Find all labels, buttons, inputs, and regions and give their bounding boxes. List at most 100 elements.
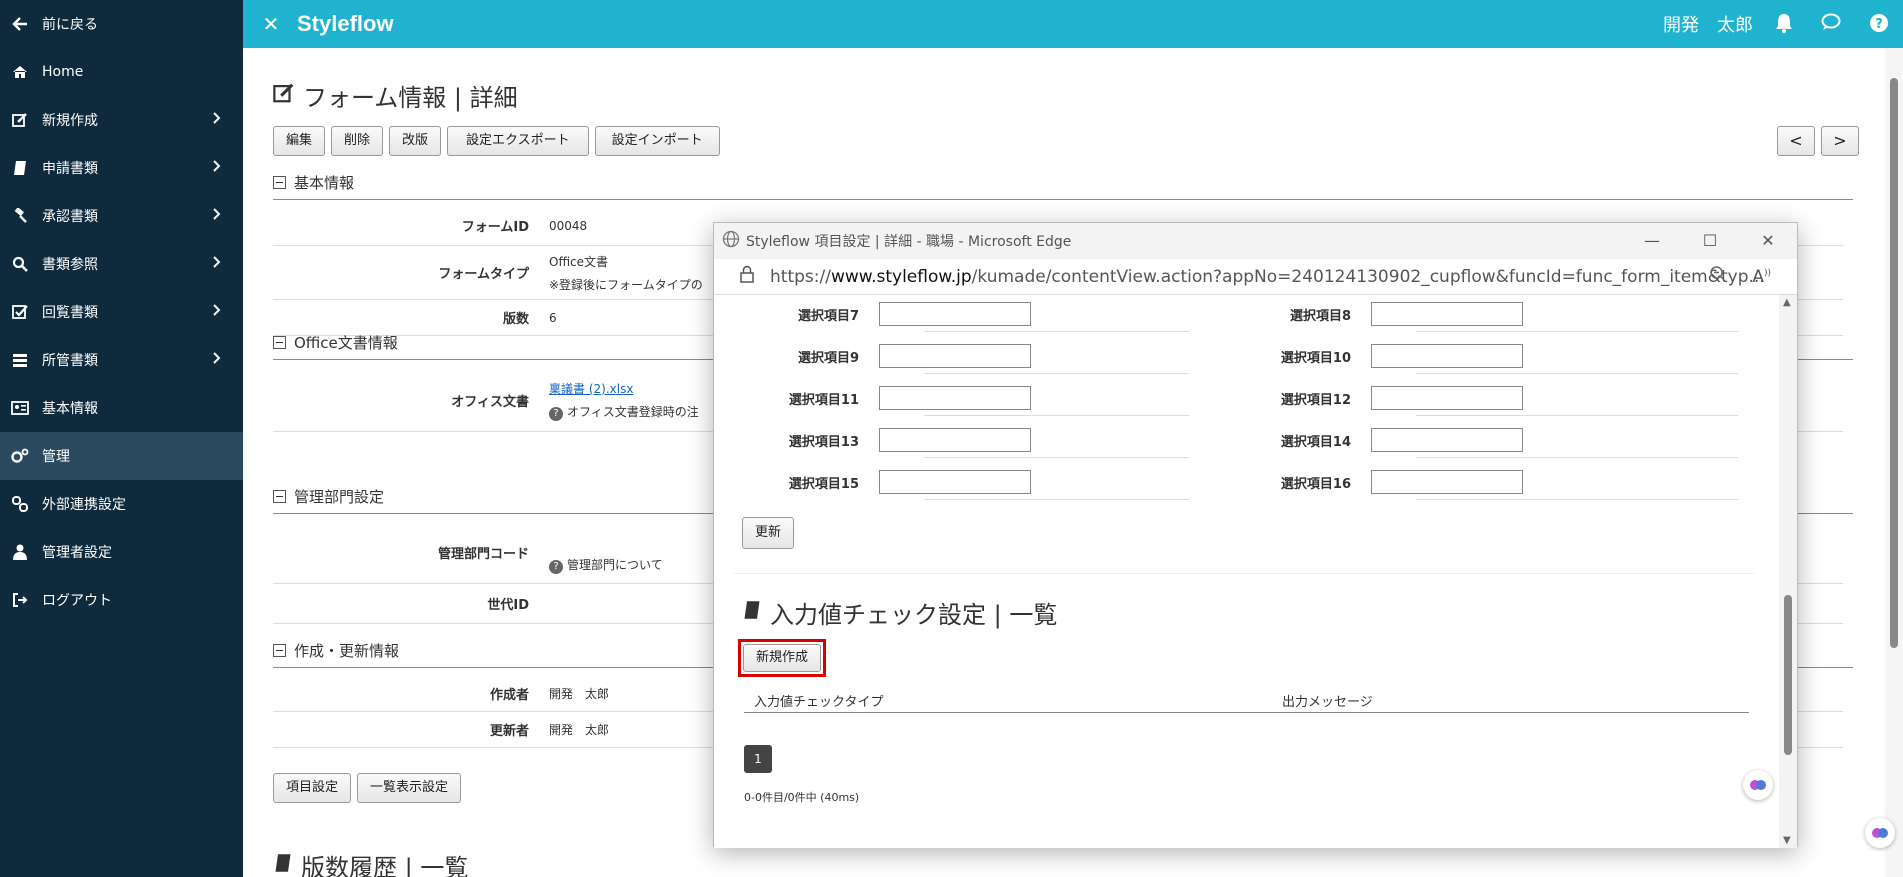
sidebar-item-external[interactable]: 外部連携設定 bbox=[0, 480, 243, 528]
select-item-row: 選択項目8 bbox=[1206, 302, 1523, 326]
collapse-icon[interactable] bbox=[273, 176, 286, 189]
select-item-8-input[interactable] bbox=[1371, 302, 1523, 326]
sidebar-item-admin[interactable]: 管理 bbox=[0, 432, 243, 480]
close-menu-icon[interactable]: ✕ bbox=[251, 12, 291, 36]
sidebar-item-label: Home bbox=[42, 64, 84, 80]
column-check-type[interactable]: 入力値チェックタイプ bbox=[754, 691, 883, 710]
chevron-right-icon bbox=[213, 256, 221, 272]
select-item-label: 選択項目13 bbox=[788, 434, 859, 450]
sidebar-item-label: 前に戻る bbox=[42, 17, 98, 33]
sidebar-item-back[interactable]: 前に戻る bbox=[0, 0, 243, 48]
new-create-button[interactable]: 新規作成 bbox=[743, 644, 822, 672]
zoom-out-icon[interactable] bbox=[1709, 265, 1727, 288]
dept-help[interactable]: ? 管理部門について bbox=[549, 556, 663, 574]
select-item-7-input[interactable] bbox=[879, 302, 1031, 326]
popup-scrollbar[interactable]: ▲ ▼ bbox=[1779, 295, 1797, 848]
result-count: 0-0件目/0件中 (40ms) bbox=[744, 791, 860, 804]
book-icon bbox=[742, 599, 762, 627]
main-scrollbar[interactable] bbox=[1885, 48, 1903, 877]
column-output-message[interactable]: 出力メッセージ bbox=[1282, 691, 1373, 710]
sidebar-item-label: 基本情報 bbox=[42, 401, 98, 417]
delete-button[interactable]: 削除 bbox=[331, 126, 384, 156]
sidebar-item-logout[interactable]: ログアウト bbox=[0, 576, 243, 624]
select-item-label: 選択項目7 bbox=[797, 308, 859, 324]
history-title: 版数履歴 | 一覧 bbox=[273, 848, 468, 877]
chat-icon[interactable] bbox=[1821, 13, 1841, 35]
select-item-row: 選択項目14 bbox=[1206, 428, 1523, 452]
page-number-button[interactable]: 1 bbox=[744, 745, 772, 773]
select-item-label: 選択項目15 bbox=[788, 476, 859, 492]
assistant-icon[interactable] bbox=[1743, 770, 1773, 800]
collapse-icon[interactable] bbox=[273, 644, 286, 657]
office-doc-link[interactable]: 稟議書 (2).xlsx bbox=[549, 380, 699, 397]
sidebar-item-label: 申請書類 bbox=[42, 161, 98, 177]
select-item-15-input[interactable] bbox=[879, 470, 1031, 494]
popup-content: 選択項目7 選択項目8 選択項目9 選択項目10 選択項目11 選択項目12 選… bbox=[714, 295, 1781, 848]
sidebar-item-label: ログアウト bbox=[42, 593, 112, 609]
revise-button[interactable]: 改版 bbox=[389, 126, 442, 156]
updater-label: 更新者 bbox=[489, 724, 529, 739]
url-domain: www.styleflow.jp bbox=[830, 266, 972, 287]
chevron-right-icon bbox=[213, 112, 221, 128]
sidebar-item-applications[interactable]: 申請書類 bbox=[0, 144, 243, 192]
form-id-value: 00048 bbox=[549, 218, 588, 233]
brand-logo[interactable]: Styleflow bbox=[297, 11, 394, 37]
select-item-label: 選択項目8 bbox=[1289, 308, 1351, 324]
select-item-row: 選択項目7 bbox=[714, 302, 1031, 326]
select-item-row: 選択項目16 bbox=[1206, 470, 1523, 494]
sidebar-item-circulation[interactable]: 回覧書類 bbox=[0, 288, 243, 336]
edit-icon bbox=[273, 82, 295, 110]
maximize-icon[interactable]: ☐ bbox=[1681, 223, 1739, 259]
select-item-10-input[interactable] bbox=[1371, 344, 1523, 368]
id-card-icon bbox=[10, 399, 30, 417]
page-title: フォーム情報 | 詳細 bbox=[273, 78, 518, 113]
read-aloud-icon[interactable]: A)) bbox=[1752, 267, 1771, 287]
sidebar-item-basic-info[interactable]: 基本情報 bbox=[0, 384, 243, 432]
item-settings-button[interactable]: 項目設定 bbox=[273, 773, 352, 803]
user-name[interactable]: 開発 太郎 bbox=[1663, 11, 1753, 37]
collapse-icon[interactable] bbox=[273, 490, 286, 503]
sidebar-item-reference[interactable]: 書類参照 bbox=[0, 240, 243, 288]
sidebar-item-managed[interactable]: 所管書類 bbox=[0, 336, 243, 384]
record-pager: < > bbox=[1777, 126, 1859, 156]
generation-label: 世代ID bbox=[487, 598, 529, 613]
select-item-12-input[interactable] bbox=[1371, 386, 1523, 410]
sidebar: 前に戻る Home 新規作成 申請書類 承認書類 書類参照 回覧書類 所管書類 … bbox=[0, 0, 243, 877]
assistant-icon[interactable] bbox=[1865, 818, 1895, 848]
select-item-9-input[interactable] bbox=[879, 344, 1031, 368]
home-icon bbox=[10, 63, 30, 81]
import-settings-button[interactable]: 設定インポート bbox=[594, 126, 720, 156]
next-button[interactable]: > bbox=[1821, 126, 1859, 156]
popup-window-title: Styleflow 項目設定 | 詳細 - 職場 - Microsoft Edg… bbox=[746, 234, 1072, 250]
window-close-icon[interactable]: ✕ bbox=[1739, 223, 1797, 259]
minimize-icon[interactable]: — bbox=[1623, 223, 1681, 259]
sidebar-item-admin-settings[interactable]: 管理者設定 bbox=[0, 528, 243, 576]
edit-button[interactable]: 編集 bbox=[273, 126, 326, 156]
select-item-label: 選択項目12 bbox=[1280, 392, 1351, 408]
bottom-buttons: 項目設定 一覧表示設定 bbox=[273, 773, 462, 803]
sidebar-item-new[interactable]: 新規作成 bbox=[0, 96, 243, 144]
scroll-down-icon[interactable]: ▼ bbox=[1783, 835, 1791, 846]
update-button[interactable]: 更新 bbox=[742, 517, 795, 549]
select-item-label: 選択項目9 bbox=[797, 350, 859, 366]
address-bar[interactable]: https://www.styleflow.jp/kumade/contentV… bbox=[714, 259, 1797, 295]
bell-icon[interactable] bbox=[1775, 13, 1793, 37]
chevron-right-icon bbox=[213, 352, 221, 368]
help-icon[interactable]: ? bbox=[1869, 13, 1889, 37]
sidebar-item-approvals[interactable]: 承認書類 bbox=[0, 192, 243, 240]
list-display-settings-button[interactable]: 一覧表示設定 bbox=[357, 773, 462, 803]
check-settings-title-text: 入力値チェック設定 | 一覧 bbox=[770, 601, 1058, 629]
section-basic-info[interactable]: 基本情報 bbox=[273, 172, 1853, 200]
prev-button[interactable]: < bbox=[1777, 126, 1815, 156]
sidebar-item-home[interactable]: Home bbox=[0, 48, 243, 96]
export-settings-button[interactable]: 設定エクスポート bbox=[447, 126, 589, 156]
select-item-11-input[interactable] bbox=[879, 386, 1031, 410]
select-item-14-input[interactable] bbox=[1371, 428, 1523, 452]
select-item-13-input[interactable] bbox=[879, 428, 1031, 452]
gavel-icon bbox=[10, 207, 30, 225]
cogs-icon bbox=[10, 447, 30, 465]
scroll-up-icon[interactable]: ▲ bbox=[1783, 297, 1791, 308]
select-item-16-input[interactable] bbox=[1371, 470, 1523, 494]
office-doc-help[interactable]: ? オフィス文書登録時の注 bbox=[549, 403, 699, 421]
collapse-icon[interactable] bbox=[273, 336, 286, 349]
